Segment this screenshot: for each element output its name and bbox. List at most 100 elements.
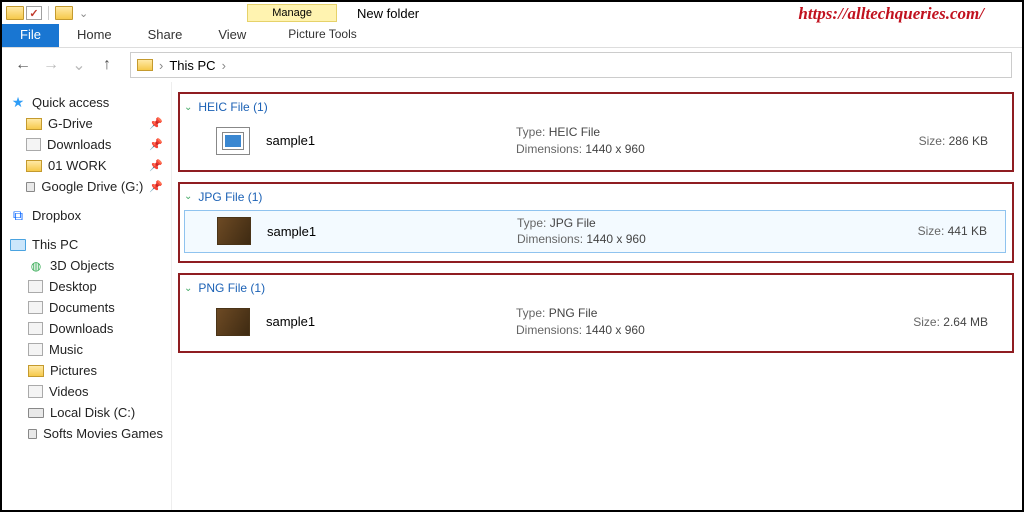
sidebar-item-localdisk-c[interactable]: Local Disk (C:) (8, 402, 165, 423)
sidebar-item-label: This PC (32, 237, 78, 252)
qat-properties-icon[interactable]: ✓ (26, 6, 42, 20)
forward-button[interactable]: → (40, 54, 62, 76)
group-title: HEIC File (1) (198, 100, 267, 114)
file-meta: Type: PNG File Dimensions: 1440 x 960 (516, 305, 746, 339)
pin-icon: 📌 (149, 180, 163, 193)
file-thumbnail (217, 217, 251, 245)
qat-overflow[interactable]: ⌄ (75, 7, 92, 20)
sidebar-item-label: Downloads (47, 137, 111, 152)
star-icon: ★ (10, 96, 26, 110)
chevron-right-icon[interactable]: › (222, 58, 226, 73)
drive-icon (28, 408, 44, 418)
folder-icon (26, 118, 42, 130)
sidebar-item-label: Downloads (49, 321, 113, 336)
sidebar-item-music[interactable]: Music (8, 339, 165, 360)
group-title: PNG File (1) (198, 281, 265, 295)
videos-icon (28, 385, 43, 398)
file-size: Size: 2.64 MB (913, 315, 1002, 329)
sidebar-this-pc[interactable]: This PC (8, 234, 165, 255)
sidebar-item-label: 3D Objects (50, 258, 114, 273)
navigation-row: ← → ⌄ ↑ › This PC › (2, 48, 1022, 82)
sidebar-item-label: Google Drive (G:) (41, 179, 143, 194)
file-size: Size: 441 KB (918, 224, 1001, 238)
group-header[interactable]: ⌄ PNG File (1) (184, 279, 1006, 301)
sidebar-item-pictures[interactable]: Pictures (8, 360, 165, 381)
sidebar-item-label: Documents (49, 300, 115, 315)
breadcrumb-this-pc[interactable]: This PC (169, 58, 215, 73)
back-button[interactable]: ← (12, 54, 34, 76)
ribbon-tabs: File Home Share View Picture Tools (2, 24, 1022, 48)
tab-share[interactable]: Share (130, 24, 201, 47)
recent-locations-dropdown[interactable]: ⌄ (68, 54, 90, 76)
tab-view[interactable]: View (200, 24, 264, 47)
file-size: Size: 286 KB (919, 134, 1002, 148)
pin-icon: 📌 (149, 159, 163, 172)
sidebar-dropbox[interactable]: ⧉ Dropbox (8, 205, 165, 226)
sidebar-item-googledrive[interactable]: Google Drive (G:) 📌 (8, 176, 165, 197)
sidebar-item-label: Music (49, 342, 83, 357)
watermark-url: https://alltechqueries.com/ (798, 4, 984, 24)
file-group-jpg: ⌄ JPG File (1) sample1 Type: JPG File Di… (178, 182, 1014, 264)
folder-icon (6, 6, 24, 20)
documents-icon (28, 301, 43, 314)
sidebar-item-label: Softs Movies Games (43, 426, 163, 441)
downloads-icon (26, 138, 41, 151)
file-name: sample1 (266, 133, 516, 148)
title-bar: ✓ ⌄ Manage New folder https://alltechque… (2, 2, 1022, 24)
sidebar-item-3dobjects[interactable]: ◍3D Objects (8, 255, 165, 276)
quick-access-toolbar: ✓ ⌄ (6, 6, 92, 20)
file-row[interactable]: sample1 Type: PNG File Dimensions: 1440 … (184, 301, 1006, 343)
folder-icon (137, 59, 153, 71)
sidebar-item-label: Desktop (49, 279, 97, 294)
folder-open-icon[interactable] (55, 6, 73, 20)
folder-icon (26, 160, 42, 172)
sidebar-item-videos[interactable]: Videos (8, 381, 165, 402)
sidebar-item-downloads[interactable]: Downloads 📌 (8, 134, 165, 155)
contextual-tab-header: Manage (247, 7, 337, 19)
tab-home[interactable]: Home (59, 24, 130, 47)
sidebar-item-documents[interactable]: Documents (8, 297, 165, 318)
group-header[interactable]: ⌄ JPG File (1) (184, 188, 1006, 210)
desktop-icon (28, 280, 43, 293)
sidebar-item-label: Pictures (50, 363, 97, 378)
contextual-tab-manage[interactable]: Manage (247, 4, 337, 22)
file-group-heic: ⌄ HEIC File (1) sample1 Type: HEIC File … (178, 92, 1014, 172)
navigation-pane: ★ Quick access G-Drive 📌 Downloads 📌 01 WO… (2, 82, 172, 510)
file-group-png: ⌄ PNG File (1) sample1 Type: PNG File Di… (178, 273, 1014, 353)
file-thumbnail (216, 308, 250, 336)
chevron-down-icon: ⌄ (184, 102, 192, 113)
group-header[interactable]: ⌄ HEIC File (1) (184, 98, 1006, 120)
file-row[interactable]: sample1 Type: JPG File Dimensions: 1440 … (184, 210, 1006, 254)
tab-picture-tools[interactable]: Picture Tools (278, 24, 366, 47)
chevron-right-icon[interactable]: › (159, 58, 163, 73)
sidebar-item-gdrive[interactable]: G-Drive 📌 (8, 113, 165, 134)
pin-icon: 📌 (149, 117, 163, 130)
music-icon (28, 343, 43, 356)
up-button[interactable]: ↑ (96, 54, 118, 76)
sidebar-item-01work[interactable]: 01 WORK📌 (8, 155, 165, 176)
sidebar-item-pc-downloads[interactable]: Downloads (8, 318, 165, 339)
body-split: ★ Quick access G-Drive 📌 Downloads 📌 01 WO… (2, 82, 1022, 510)
drive-icon (28, 429, 37, 439)
file-name: sample1 (266, 314, 516, 329)
chevron-down-icon: ⌄ (184, 283, 192, 294)
file-row[interactable]: sample1 Type: HEIC File Dimensions: 1440… (184, 120, 1006, 162)
qat-separator (48, 6, 49, 20)
sidebar-quick-access[interactable]: ★ Quick access (8, 92, 165, 113)
file-tab[interactable]: File (2, 24, 59, 47)
file-meta: Type: HEIC File Dimensions: 1440 x 960 (516, 124, 746, 158)
sidebar-item-label: G-Drive (48, 116, 93, 131)
sidebar-item-softs[interactable]: Softs Movies Games (8, 423, 165, 444)
pictures-icon (28, 365, 44, 377)
sidebar-item-label: Dropbox (32, 208, 81, 223)
dropbox-icon: ⧉ (10, 209, 26, 223)
downloads-icon (28, 322, 43, 335)
sidebar-item-desktop[interactable]: Desktop (8, 276, 165, 297)
sidebar-item-label: Videos (49, 384, 89, 399)
pc-icon (10, 239, 26, 251)
sidebar-item-label: Quick access (32, 95, 109, 110)
file-meta: Type: JPG File Dimensions: 1440 x 960 (517, 215, 747, 249)
address-bar[interactable]: › This PC › (130, 52, 1012, 78)
pin-icon: 📌 (149, 138, 163, 151)
file-name: sample1 (267, 224, 517, 239)
